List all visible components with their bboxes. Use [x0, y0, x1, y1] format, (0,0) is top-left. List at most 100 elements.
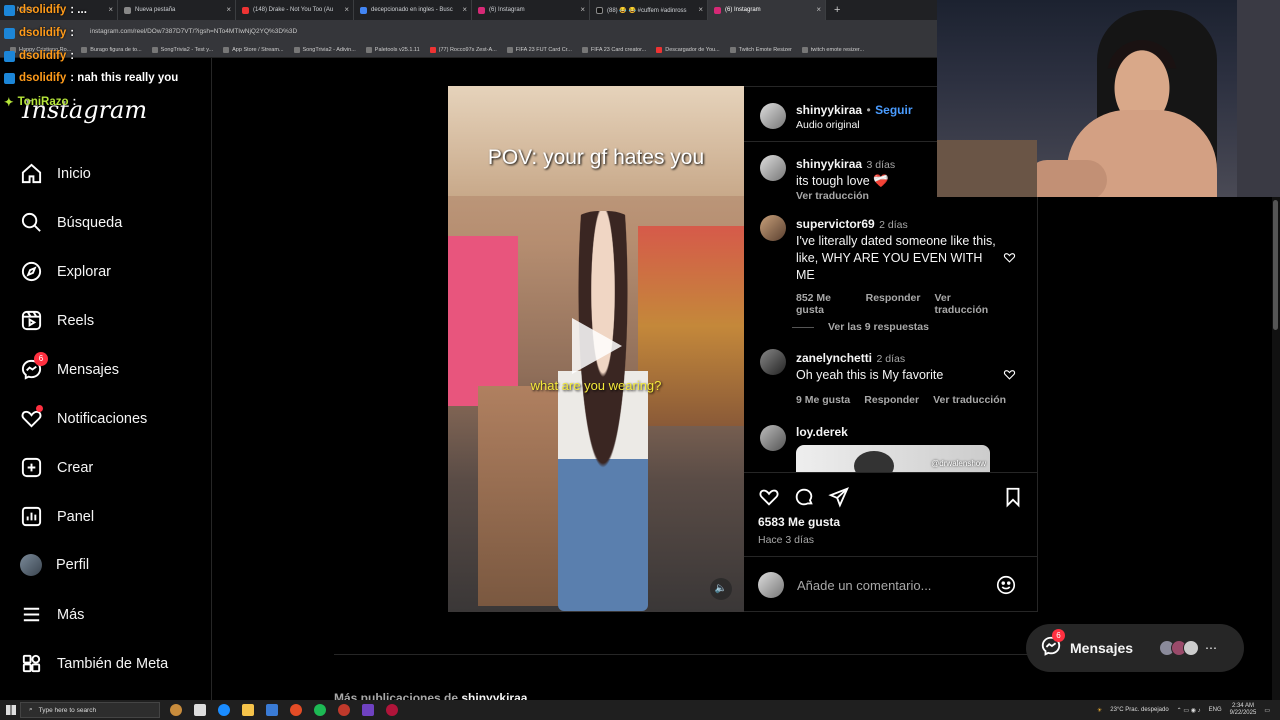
commenter-avatar[interactable] — [760, 425, 786, 451]
windows-start-icon[interactable] — [6, 705, 16, 715]
sidebar-item-panel[interactable]: Panel — [20, 505, 94, 528]
browser-tab[interactable]: (88) 😂 😂 #cuffem #adinross × — [590, 0, 708, 20]
new-tab-button[interactable]: + — [826, 4, 840, 16]
tray-icons[interactable]: ⌃ ▭ ◉ ♪ — [1177, 707, 1201, 714]
sidebar-item-tambien-de-meta[interactable]: También de Meta — [20, 652, 168, 675]
like-comment-heart-icon[interactable] — [1003, 251, 1016, 264]
edge-icon[interactable] — [218, 704, 230, 716]
close-icon[interactable]: × — [462, 5, 467, 14]
sparkle-icon: ✦ — [4, 97, 14, 109]
comment-likes[interactable]: 852 Me gusta — [796, 292, 852, 316]
close-icon[interactable]: × — [816, 5, 821, 14]
browser-tab[interactable]: (6) Instagram × — [472, 0, 590, 20]
comment-input-divider — [744, 556, 1038, 557]
home-icon — [21, 163, 42, 184]
reply-button[interactable]: Responder — [864, 394, 919, 406]
address-bar[interactable]: instagram.com/reel/DOw7387D7VT/?igsh=NTo… — [0, 20, 937, 42]
store-icon[interactable] — [266, 704, 278, 716]
sidebar-item-explorar[interactable]: Explorar — [20, 260, 111, 283]
system-tray: ☀ 23°C Prac. despejado ⌃ ▭ ◉ ♪ ENG 2:34 … — [1097, 700, 1270, 720]
see-translation-link[interactable]: Ver traducción — [934, 292, 996, 316]
commenter-avatar[interactable] — [760, 349, 786, 375]
messages-floating-button[interactable]: 6 Mensajes ⋯ — [1026, 624, 1244, 672]
reel-video[interactable]: POV: your gf hates you what are you wear… — [448, 86, 744, 612]
sidebar-item-mensajes[interactable]: 6 Mensajes — [20, 352, 119, 381]
bookmark[interactable]: Twitch Emote Resizer — [729, 46, 792, 53]
add-comment-input[interactable]: Añade un comentario... — [797, 578, 931, 593]
bookmark-icon[interactable] — [1002, 486, 1024, 508]
browser-tab-active[interactable]: (6) Instagram × — [708, 0, 826, 20]
comment-username[interactable]: shinyykiraa — [796, 157, 862, 171]
file-explorer-icon[interactable] — [242, 704, 254, 716]
commenter-avatar[interactable] — [760, 155, 786, 181]
obs-icon[interactable] — [386, 704, 398, 716]
search-icon: ⌕ — [29, 706, 33, 713]
sidebar-item-crear[interactable]: Crear — [20, 456, 93, 479]
more-icon[interactable]: ⋯ — [1205, 641, 1217, 655]
close-icon[interactable]: × — [226, 5, 231, 14]
bookmark[interactable]: SongTrivia2 - Adivin... — [293, 46, 356, 53]
emoji-icon[interactable] — [995, 574, 1017, 596]
see-translation-link[interactable]: Ver traducción — [933, 394, 1006, 406]
url-text[interactable]: instagram.com/reel/DOw7387D7VT/?igsh=NTo… — [90, 28, 297, 35]
bookmark[interactable]: FIFA 23 FUT Card Cr... — [506, 46, 572, 53]
commenter-avatar[interactable] — [760, 215, 786, 241]
bookmark[interactable]: Burago figura de to... — [81, 46, 142, 53]
view-replies[interactable]: Ver las 9 respuestas — [792, 321, 929, 333]
share-send-icon[interactable] — [828, 486, 850, 508]
bookmark[interactable]: App Store / Stream... — [223, 46, 284, 53]
notifications-icon[interactable]: ▭ — [1264, 707, 1270, 714]
comment-image-figure — [854, 451, 894, 473]
comment-username[interactable]: loy.derek — [796, 425, 990, 439]
browser-tab[interactable]: decepcionado en ingles - Busc × — [354, 0, 472, 20]
browser-tab[interactable]: (148) Drake - Not You Too (Au × — [236, 0, 354, 20]
browser-tab[interactable]: Nueva pestaña × — [118, 0, 236, 20]
bookmark[interactable]: (77) Rocco97s Zest-A... — [429, 46, 497, 53]
close-icon[interactable]: × — [580, 5, 585, 14]
taskbar-search-input[interactable]: ⌕ Type here to search — [20, 702, 160, 718]
sidebar-item-mas[interactable]: Más — [20, 603, 84, 626]
task-view-icon[interactable] — [194, 704, 206, 716]
reply-button[interactable]: Responder — [866, 292, 921, 316]
compass-icon — [21, 261, 42, 282]
weather-text[interactable]: 23°C Prac. despejado — [1110, 707, 1168, 713]
app-icon[interactable] — [338, 704, 350, 716]
sidebar-item-notificaciones[interactable]: Notificaciones — [20, 405, 147, 430]
follow-button[interactable]: Seguir — [875, 103, 912, 117]
comment-likes[interactable]: 9 Me gusta — [796, 394, 850, 406]
chrome-icon[interactable] — [290, 704, 302, 716]
bookmark[interactable]: Paletools v25.1.11 — [365, 46, 420, 53]
like-comment-heart-icon[interactable] — [1003, 368, 1016, 381]
close-icon[interactable]: × — [698, 5, 703, 14]
author-username[interactable]: shinyykiraa — [796, 103, 862, 117]
sidebar-item-reels[interactable]: Reels — [20, 309, 94, 332]
comment-bubble-icon[interactable] — [793, 486, 815, 508]
bookmark[interactable]: Descargador de You... — [656, 46, 720, 53]
like-count[interactable]: 6583 Me gusta — [758, 515, 840, 529]
language-indicator[interactable]: ENG — [1209, 707, 1222, 713]
page-scrollbar-thumb[interactable] — [1273, 200, 1278, 330]
play-icon[interactable] — [572, 318, 622, 374]
speaker-icon[interactable]: 🔈 — [710, 578, 732, 600]
like-heart-icon[interactable] — [758, 486, 780, 508]
comment-username[interactable]: supervictor69 — [796, 217, 875, 231]
sidebar-item-perfil[interactable]: Perfil — [20, 554, 89, 576]
widget-icon[interactable] — [170, 704, 182, 716]
meta-apps-icon — [22, 654, 41, 673]
see-translation-link[interactable]: Ver traducción — [796, 190, 895, 202]
sidebar-item-inicio[interactable]: Inicio — [20, 162, 91, 185]
bookmark[interactable]: SongTrivia2 - Test y... — [151, 46, 213, 53]
clock[interactable]: 2:34 AM 9/22/2025 — [1230, 703, 1257, 717]
author-avatar[interactable] — [760, 103, 786, 129]
audio-label[interactable]: Audio original — [796, 119, 913, 131]
comment-image[interactable]: @drwalenshow — [796, 445, 990, 473]
bookmark[interactable]: FIFA 23 Card creator... — [581, 46, 646, 53]
discord-icon[interactable] — [362, 704, 374, 716]
close-icon[interactable]: × — [344, 5, 349, 14]
sidebar-item-busqueda[interactable]: Búsqueda — [20, 211, 122, 234]
comment-username[interactable]: zanelynchetti — [796, 351, 872, 365]
bookmark[interactable]: twitch emote resizer... — [801, 46, 864, 53]
dashboard-icon — [21, 506, 42, 527]
close-icon[interactable]: × — [108, 5, 113, 14]
spotify-icon[interactable] — [314, 704, 326, 716]
